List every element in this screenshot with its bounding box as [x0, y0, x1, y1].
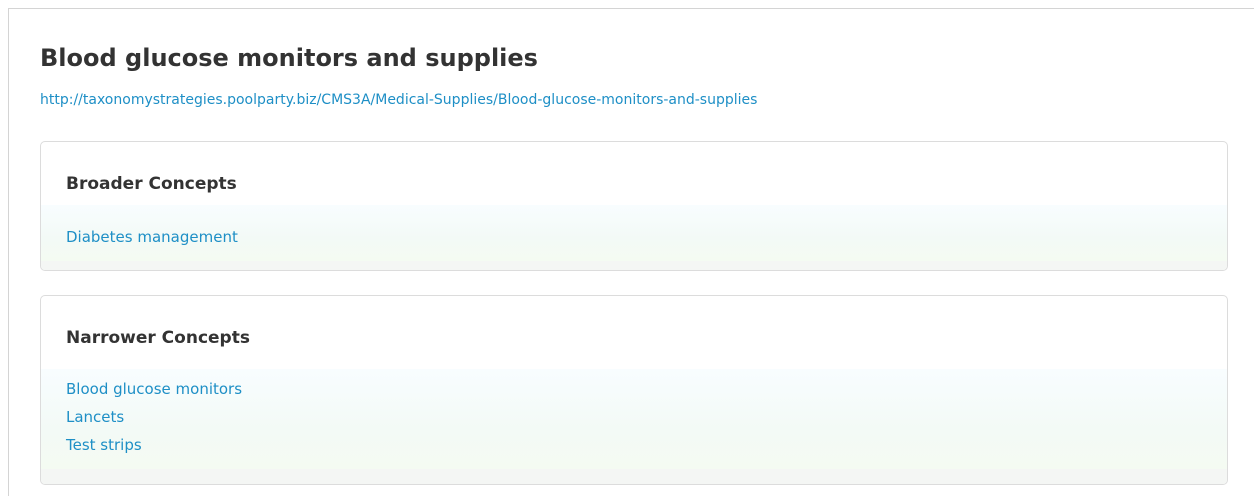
narrower-concepts-body: Blood glucose monitors Lancets Test stri… [41, 369, 1227, 469]
narrower-concept-link[interactable]: Blood glucose monitors [66, 380, 242, 398]
list-item: Diabetes management [66, 223, 238, 251]
narrower-concepts-heading: Narrower Concepts [66, 328, 250, 348]
narrower-concept-link[interactable]: Test strips [66, 436, 142, 454]
panel-footer [41, 469, 1227, 484]
concept-uri-link[interactable]: http://taxonomystrategies.poolparty.biz/… [40, 92, 757, 108]
broader-concepts-body: Diabetes management [41, 205, 1227, 261]
broader-concepts-list: Diabetes management [66, 223, 238, 251]
narrower-concepts-list: Blood glucose monitors Lancets Test stri… [66, 375, 242, 459]
list-item: Lancets [66, 403, 242, 431]
list-item: Blood glucose monitors [66, 375, 242, 403]
panel-footer [41, 261, 1227, 270]
narrower-concept-link[interactable]: Lancets [66, 408, 124, 426]
page: Blood glucose monitors and supplies http… [0, 0, 1254, 496]
concept-title: Blood glucose monitors and supplies [40, 44, 538, 72]
broader-concept-link[interactable]: Diabetes management [66, 228, 238, 246]
narrower-concepts-panel: Narrower Concepts Blood glucose monitors… [40, 295, 1228, 485]
list-item: Test strips [66, 431, 242, 459]
broader-concepts-panel: Broader Concepts Diabetes management [40, 141, 1228, 271]
broader-concepts-heading: Broader Concepts [66, 174, 237, 194]
